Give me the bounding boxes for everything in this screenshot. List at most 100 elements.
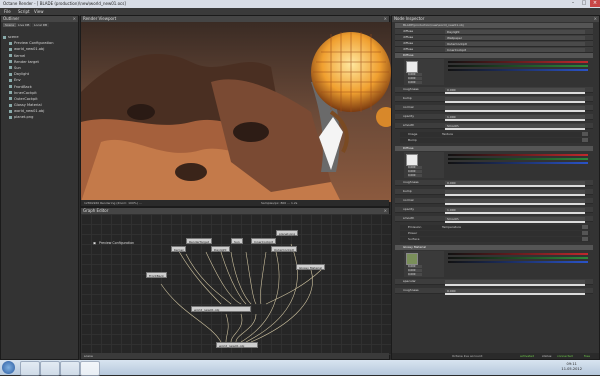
color-swatch[interactable] (406, 253, 418, 265)
row-value[interactable]: 0.000 (445, 87, 585, 92)
taskbar-ie-icon[interactable] (20, 361, 40, 376)
value-slider[interactable] (445, 128, 585, 130)
start-button[interactable] (2, 361, 15, 374)
minimize-button[interactable]: – (568, 0, 578, 7)
system-clock[interactable]: 09:11 11.05.2012 (561, 362, 582, 372)
color-channel-value[interactable]: 0.000 (408, 174, 422, 177)
graph-node-frontback[interactable]: FrontBack (146, 272, 167, 278)
expand-icon[interactable] (582, 132, 588, 136)
row-value[interactable]: Smooth (445, 123, 585, 128)
expand-icon[interactable] (582, 225, 588, 229)
section-header[interactable]: Glossy Material (395, 245, 593, 250)
color-channel-bar[interactable] (448, 253, 588, 255)
graph-node-world-mid[interactable]: world_new01.obj (191, 306, 251, 312)
color-channel-bar[interactable] (448, 69, 588, 71)
graph-node-outercockpit[interactable]: OuterCockpit (271, 246, 297, 252)
section-header[interactable]: Diffuse (395, 146, 593, 151)
taskbar-explorer-icon[interactable] (40, 361, 60, 376)
graph-node-rendertarget[interactable]: RenderTarget (186, 238, 212, 244)
value-slider[interactable] (445, 212, 585, 214)
value-slider[interactable] (445, 119, 585, 121)
row-value[interactable]: Wallpaper (445, 35, 585, 40)
graph-node-world-out[interactable]: world_new01.obj (216, 342, 258, 348)
graph-canvas[interactable]: ▣ Preview Configuration Kernel RenderTar… (81, 214, 391, 355)
node-inspector-panel: Node Inspector × BLADE\production\new\wor… (391, 15, 600, 360)
color-swatch[interactable] (406, 154, 418, 166)
tab-live-db[interactable]: Live DB (16, 23, 32, 27)
row-value[interactable]: 1.000 (445, 207, 585, 212)
value-slider[interactable] (445, 203, 585, 205)
color-channel-value[interactable]: 0.000 (408, 77, 422, 80)
row-value[interactable]: 0.000 (445, 180, 585, 185)
row-value[interactable]: Daylight (445, 29, 585, 34)
tab-scene[interactable]: Scene (3, 23, 17, 27)
row-value[interactable] (445, 189, 585, 194)
value-slider[interactable] (445, 92, 585, 94)
graph-node-kernel[interactable]: Kernel (171, 246, 187, 252)
value-slider[interactable] (445, 194, 585, 196)
value-slider[interactable] (445, 110, 585, 112)
taskbar-media-icon[interactable] (60, 361, 80, 376)
color-channel-value[interactable]: 0.000 (408, 166, 422, 169)
menu-view[interactable]: View (34, 9, 44, 14)
color-channel-bar[interactable] (448, 261, 588, 263)
color-channel-bar[interactable] (448, 65, 588, 67)
value-slider[interactable] (445, 185, 585, 187)
row-value[interactable]: OuterCockpit (445, 41, 585, 46)
row-value[interactable]: 0.000 (445, 288, 585, 293)
menu-script[interactable]: Script (18, 9, 30, 14)
section-header[interactable]: Diffuse (395, 53, 593, 58)
inspector-subrow[interactable]: Power (400, 231, 590, 236)
graph-tab-scene[interactable]: scene (84, 354, 93, 358)
row-value[interactable]: InnerCockpit (445, 47, 585, 52)
row-value[interactable] (445, 198, 585, 203)
inspector-subrow[interactable]: Bump (400, 138, 590, 143)
graph-node-preview[interactable]: Preview Configuration (99, 241, 134, 245)
value-slider[interactable] (445, 101, 585, 103)
color-channel-value[interactable]: 0.000 (408, 265, 422, 268)
graph-node-innercockpit[interactable]: InnerCockpit (251, 238, 276, 244)
close-icon[interactable]: × (594, 16, 597, 22)
color-channel-bar[interactable] (448, 61, 588, 63)
color-channel-bar[interactable] (448, 154, 588, 156)
row-value[interactable] (445, 96, 585, 101)
row-value[interactable] (445, 105, 585, 110)
color-channel-bar[interactable] (448, 158, 588, 160)
outliner-item[interactable]: planet.png (3, 114, 77, 120)
inspector-subrow[interactable]: Emission Temperature (400, 225, 590, 230)
expand-icon[interactable] (582, 237, 588, 241)
expand-icon[interactable] (582, 231, 588, 235)
row-value[interactable]: Smooth (445, 216, 585, 221)
value-slider[interactable] (445, 284, 585, 286)
row-value[interactable] (445, 279, 585, 284)
close-button[interactable]: × (590, 0, 600, 7)
value-slider[interactable] (445, 293, 585, 295)
maximize-button[interactable]: □ (579, 0, 589, 7)
color-channel-value[interactable]: 0.000 (408, 273, 422, 276)
graph-node-planet[interactable]: planet.png (276, 230, 299, 236)
color-channel-bar[interactable] (448, 257, 588, 259)
graph-node-glossy[interactable]: Glossy Material (296, 264, 326, 270)
inspector-subrow[interactable]: Image Texture (400, 132, 590, 137)
section-title: Diffuse (403, 53, 414, 57)
tab-local-db[interactable]: Local DB (32, 23, 50, 27)
value-slider[interactable] (445, 221, 585, 223)
outliner-header: Outliner × (1, 16, 78, 22)
color-swatch[interactable] (406, 61, 418, 73)
taskbar-octane-icon[interactable] (80, 361, 100, 376)
color-channel-value[interactable]: 0.000 (408, 170, 422, 173)
expand-icon[interactable] (582, 138, 588, 142)
color-channel-value[interactable]: 0.000 (408, 73, 422, 76)
render-image[interactable] (81, 22, 391, 202)
menu-file[interactable]: File (4, 9, 11, 14)
graph-node-sun[interactable]: Sun (231, 238, 243, 244)
close-icon[interactable]: × (73, 16, 76, 22)
graph-node-daylight[interactable]: Daylight (211, 246, 230, 252)
inspector-subrow[interactable]: Surface (400, 237, 590, 242)
color-channel-value[interactable]: 0.000 (408, 81, 422, 84)
title-bar: Octane Render - [ BLADE (production)\new… (0, 0, 600, 8)
outliner-item-label: Env (14, 78, 21, 83)
row-value[interactable]: 1.000 (445, 114, 585, 119)
color-channel-bar[interactable] (448, 162, 588, 164)
color-channel-value[interactable]: 0.000 (408, 269, 422, 272)
